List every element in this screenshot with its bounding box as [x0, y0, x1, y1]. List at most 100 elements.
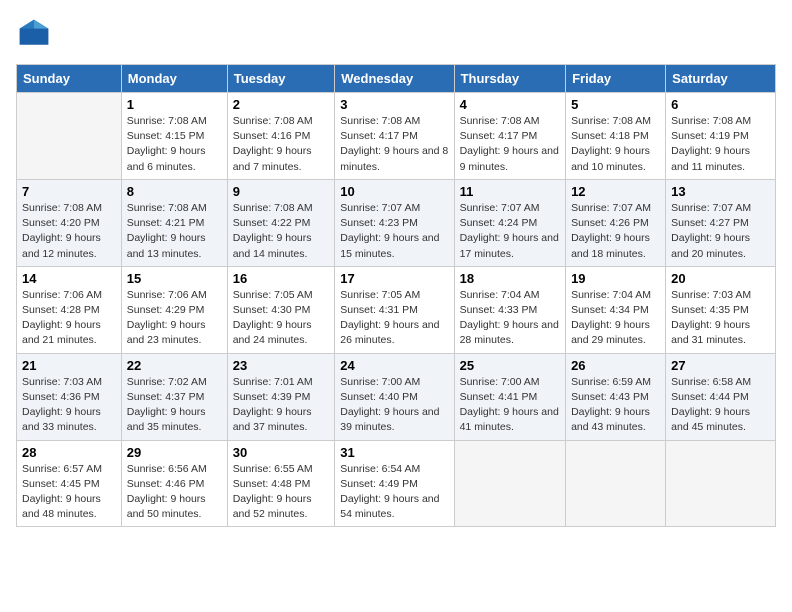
cell-details: Sunrise: 7:08 AMSunset: 4:17 PMDaylight:…: [460, 114, 560, 175]
calendar-cell: 25 Sunrise: 7:00 AMSunset: 4:41 PMDayligh…: [454, 353, 565, 440]
column-header-tuesday: Tuesday: [227, 65, 335, 93]
cell-details: Sunrise: 7:00 AMSunset: 4:40 PMDaylight:…: [340, 375, 448, 436]
calendar-cell: 11 Sunrise: 7:07 AMSunset: 4:24 PMDayligh…: [454, 179, 565, 266]
calendar-cell: 31 Sunrise: 6:54 AMSunset: 4:49 PMDayligh…: [335, 440, 454, 527]
calendar-cell: 26 Sunrise: 6:59 AMSunset: 4:43 PMDayligh…: [566, 353, 666, 440]
cell-details: Sunrise: 7:03 AMSunset: 4:35 PMDaylight:…: [671, 288, 770, 349]
cell-details: Sunrise: 7:04 AMSunset: 4:34 PMDaylight:…: [571, 288, 660, 349]
day-number: 19: [571, 271, 660, 286]
cell-details: Sunrise: 7:05 AMSunset: 4:30 PMDaylight:…: [233, 288, 330, 349]
cell-details: Sunrise: 6:56 AMSunset: 4:46 PMDaylight:…: [127, 462, 222, 523]
calendar-cell: 24 Sunrise: 7:00 AMSunset: 4:40 PMDayligh…: [335, 353, 454, 440]
column-header-friday: Friday: [566, 65, 666, 93]
day-number: 30: [233, 445, 330, 460]
day-number: 28: [22, 445, 116, 460]
calendar-cell: [566, 440, 666, 527]
day-number: 18: [460, 271, 560, 286]
calendar-cell: 4 Sunrise: 7:08 AMSunset: 4:17 PMDaylight…: [454, 93, 565, 180]
calendar-cell: 19 Sunrise: 7:04 AMSunset: 4:34 PMDayligh…: [566, 266, 666, 353]
day-number: 23: [233, 358, 330, 373]
calendar-cell: 27 Sunrise: 6:58 AMSunset: 4:44 PMDayligh…: [666, 353, 776, 440]
cell-details: Sunrise: 7:06 AMSunset: 4:28 PMDaylight:…: [22, 288, 116, 349]
cell-details: Sunrise: 7:01 AMSunset: 4:39 PMDaylight:…: [233, 375, 330, 436]
day-number: 11: [460, 184, 560, 199]
cell-details: Sunrise: 6:55 AMSunset: 4:48 PMDaylight:…: [233, 462, 330, 523]
cell-details: Sunrise: 7:05 AMSunset: 4:31 PMDaylight:…: [340, 288, 448, 349]
cell-details: Sunrise: 7:03 AMSunset: 4:36 PMDaylight:…: [22, 375, 116, 436]
page-header: [16, 16, 776, 52]
day-number: 6: [671, 97, 770, 112]
day-number: 15: [127, 271, 222, 286]
calendar-cell: 22 Sunrise: 7:02 AMSunset: 4:37 PMDayligh…: [121, 353, 227, 440]
cell-details: Sunrise: 7:08 AMSunset: 4:16 PMDaylight:…: [233, 114, 330, 175]
day-number: 7: [22, 184, 116, 199]
cell-details: Sunrise: 7:08 AMSunset: 4:15 PMDaylight:…: [127, 114, 222, 175]
calendar-cell: 18 Sunrise: 7:04 AMSunset: 4:33 PMDayligh…: [454, 266, 565, 353]
calendar-cell: 28 Sunrise: 6:57 AMSunset: 4:45 PMDayligh…: [17, 440, 122, 527]
week-row-3: 14 Sunrise: 7:06 AMSunset: 4:28 PMDayligh…: [17, 266, 776, 353]
calendar-cell: [454, 440, 565, 527]
day-number: 8: [127, 184, 222, 199]
day-number: 4: [460, 97, 560, 112]
cell-details: Sunrise: 7:07 AMSunset: 4:24 PMDaylight:…: [460, 201, 560, 262]
day-number: 31: [340, 445, 448, 460]
column-header-monday: Monday: [121, 65, 227, 93]
logo-icon: [16, 16, 52, 52]
calendar-cell: 9Sunrise: 7:08 AMSunset: 4:22 PMDaylight…: [227, 179, 335, 266]
calendar-cell: 21 Sunrise: 7:03 AMSunset: 4:36 PMDayligh…: [17, 353, 122, 440]
day-number: 14: [22, 271, 116, 286]
header-row: SundayMondayTuesdayWednesdayThursdayFrid…: [17, 65, 776, 93]
cell-details: Sunrise: 6:54 AMSunset: 4:49 PMDaylight:…: [340, 462, 448, 523]
day-number: 25: [460, 358, 560, 373]
cell-details: Sunrise: 7:04 AMSunset: 4:33 PMDaylight:…: [460, 288, 560, 349]
cell-details: Sunrise: 6:58 AMSunset: 4:44 PMDaylight:…: [671, 375, 770, 436]
calendar-cell: 7Sunrise: 7:08 AMSunset: 4:20 PMDaylight…: [17, 179, 122, 266]
day-number: 22: [127, 358, 222, 373]
column-header-sunday: Sunday: [17, 65, 122, 93]
calendar-cell: 8 Sunrise: 7:08 AMSunset: 4:21 PMDaylight…: [121, 179, 227, 266]
calendar-cell: 30 Sunrise: 6:55 AMSunset: 4:48 PMDayligh…: [227, 440, 335, 527]
day-number: 24: [340, 358, 448, 373]
week-row-1: 1 Sunrise: 7:08 AMSunset: 4:15 PMDaylight…: [17, 93, 776, 180]
day-number: 10: [340, 184, 448, 199]
day-number: 20: [671, 271, 770, 286]
calendar-cell: 23 Sunrise: 7:01 AMSunset: 4:39 PMDayligh…: [227, 353, 335, 440]
calendar-cell: 14 Sunrise: 7:06 AMSunset: 4:28 PMDayligh…: [17, 266, 122, 353]
calendar-cell: 17 Sunrise: 7:05 AMSunset: 4:31 PMDayligh…: [335, 266, 454, 353]
column-header-saturday: Saturday: [666, 65, 776, 93]
calendar-cell: 6 Sunrise: 7:08 AMSunset: 4:19 PMDaylight…: [666, 93, 776, 180]
calendar-table: SundayMondayTuesdayWednesdayThursdayFrid…: [16, 64, 776, 527]
calendar-cell: 1 Sunrise: 7:08 AMSunset: 4:15 PMDaylight…: [121, 93, 227, 180]
calendar-cell: 29 Sunrise: 6:56 AMSunset: 4:46 PMDayligh…: [121, 440, 227, 527]
day-number: 1: [127, 97, 222, 112]
calendar-cell: 13Sunrise: 7:07 AMSunset: 4:27 PMDayligh…: [666, 179, 776, 266]
day-number: 21: [22, 358, 116, 373]
cell-details: Sunrise: 7:08 AMSunset: 4:19 PMDaylight:…: [671, 114, 770, 175]
cell-details: Sunrise: 7:02 AMSunset: 4:37 PMDaylight:…: [127, 375, 222, 436]
calendar-cell: 15Sunrise: 7:06 AMSunset: 4:29 PMDayligh…: [121, 266, 227, 353]
cell-details: Sunrise: 7:08 AMSunset: 4:17 PMDaylight:…: [340, 114, 448, 175]
calendar-cell: 20 Sunrise: 7:03 AMSunset: 4:35 PMDayligh…: [666, 266, 776, 353]
day-number: 9: [233, 184, 330, 199]
cell-details: Sunrise: 7:07 AMSunset: 4:26 PMDaylight:…: [571, 201, 660, 262]
cell-details: Sunrise: 7:00 AMSunset: 4:41 PMDaylight:…: [460, 375, 560, 436]
day-number: 26: [571, 358, 660, 373]
cell-details: Sunrise: 6:57 AMSunset: 4:45 PMDaylight:…: [22, 462, 116, 523]
calendar-cell: 5Sunrise: 7:08 AMSunset: 4:18 PMDaylight…: [566, 93, 666, 180]
week-row-4: 21 Sunrise: 7:03 AMSunset: 4:36 PMDayligh…: [17, 353, 776, 440]
calendar-cell: 12Sunrise: 7:07 AMSunset: 4:26 PMDayligh…: [566, 179, 666, 266]
calendar-cell: [17, 93, 122, 180]
day-number: 2: [233, 97, 330, 112]
cell-details: Sunrise: 7:07 AMSunset: 4:23 PMDaylight:…: [340, 201, 448, 262]
calendar-cell: [666, 440, 776, 527]
day-number: 27: [671, 358, 770, 373]
cell-details: Sunrise: 6:59 AMSunset: 4:43 PMDaylight:…: [571, 375, 660, 436]
day-number: 17: [340, 271, 448, 286]
calendar-cell: 3Sunrise: 7:08 AMSunset: 4:17 PMDaylight…: [335, 93, 454, 180]
day-number: 5: [571, 97, 660, 112]
cell-details: Sunrise: 7:07 AMSunset: 4:27 PMDaylight:…: [671, 201, 770, 262]
column-header-wednesday: Wednesday: [335, 65, 454, 93]
calendar-cell: 2 Sunrise: 7:08 AMSunset: 4:16 PMDaylight…: [227, 93, 335, 180]
cell-details: Sunrise: 7:08 AMSunset: 4:21 PMDaylight:…: [127, 201, 222, 262]
day-number: 29: [127, 445, 222, 460]
